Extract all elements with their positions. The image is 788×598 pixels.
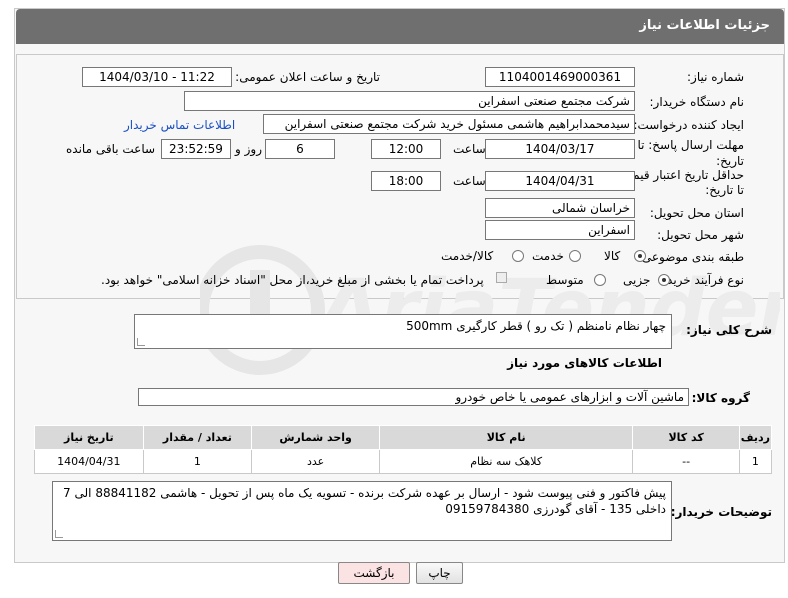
category-radio-service[interactable]: [569, 250, 581, 262]
category-option-goods-service: کالا/خدمت: [441, 249, 494, 263]
need-number-field: 1104001469000361: [485, 67, 635, 87]
validity-time-label: ساعت: [453, 174, 486, 188]
city-label: شهر محل تحویل:: [657, 228, 744, 242]
buyer-notes-text: پیش فاکتور و فنی پیوست شود - ارسال بر عه…: [63, 486, 666, 516]
province-field: خراسان شمالی: [485, 198, 635, 218]
back-button[interactable]: بازگشت: [338, 562, 410, 584]
process-type-label: نوع فرآیند خرید :: [659, 273, 744, 287]
city-field: اسفراین: [485, 220, 635, 240]
goods-table-header: ردیف کد کالا نام کالا واحد شمارش تعداد /…: [34, 425, 773, 450]
cell-name: کلاهک سه نظام: [378, 449, 634, 474]
deadline-label: مهلت ارسال پاسخ: تا: [637, 138, 744, 152]
category-label: طبقه بندی موضوعی:: [637, 250, 744, 264]
cell-code: --: [632, 449, 740, 474]
cell-unit: عدد: [251, 449, 380, 474]
page-title: جزئیات اطلاعات نیاز: [639, 18, 770, 33]
province-label: استان محل تحویل:: [649, 206, 744, 220]
validity-time-field: 18:00: [371, 171, 441, 191]
days-label: روز و: [235, 142, 262, 156]
payment-note: پرداخت تمام یا بخشی از مبلغ خرید،از محل …: [101, 273, 484, 287]
remaining-time-field: 23:52:59: [161, 139, 231, 159]
buyer-notes-textarea[interactable]: پیش فاکتور و فنی پیوست شود - ارسال بر عه…: [52, 481, 672, 541]
col-code: کد کالا: [632, 425, 740, 450]
creator-label: ایجاد کننده درخواست:: [633, 118, 744, 132]
resize-grip-icon[interactable]: [55, 530, 63, 538]
announce-date-field: 1404/03/10 - 11:22: [82, 67, 232, 87]
deadline-time-label: ساعت: [453, 142, 486, 156]
description-label: شرح کلی نیاز:: [686, 323, 772, 337]
deadline-time-field: 12:00: [371, 139, 441, 159]
creator-field: سیدمحمدابراهیم هاشمی مسئول خرید شرکت مجت…: [263, 114, 635, 134]
goods-group-label: گروه کالا:: [691, 391, 750, 405]
deadline-date-field: 1404/03/17: [485, 139, 635, 159]
resize-grip-icon[interactable]: [137, 338, 145, 346]
remaining-time-label: ساعت باقی مانده: [66, 142, 156, 156]
process-radio-medium[interactable]: [594, 274, 606, 286]
col-date: تاریخ نیاز: [34, 425, 144, 450]
category-option-goods: کالا: [604, 249, 621, 263]
process-option-minor: جزیی: [623, 273, 651, 287]
buyer-org-field: شرکت مجتمع صنعتی اسفراین: [184, 91, 635, 111]
description-textarea[interactable]: چهار نظام نامنظم ( تک رو ) قطر کارگیری 5…: [134, 314, 672, 349]
category-radio-goods-service[interactable]: [512, 250, 524, 262]
buyer-org-label: نام دستگاه خریدار:: [649, 95, 745, 109]
goods-section-title: اطلاعات کالاهای مورد نیاز: [507, 356, 662, 370]
col-qty: تعداد / مقدار: [142, 425, 253, 450]
goods-group-field: ماشین آلات و ابزارهای عمومی یا خاص خودرو: [138, 388, 689, 406]
description-text: چهار نظام نامنظم ( تک رو ) قطر کارگیری 5…: [406, 319, 666, 333]
col-unit: واحد شمارش: [251, 425, 380, 450]
col-name: نام کالا: [378, 425, 634, 450]
deadline-label-2: تاریخ:: [716, 154, 744, 168]
cell-qty: 1: [142, 449, 253, 474]
cell-date: 1404/04/31: [34, 449, 144, 474]
process-radio-minor[interactable]: [658, 274, 670, 286]
goods-table: ردیف کد کالا نام کالا واحد شمارش تعداد /…: [34, 425, 773, 474]
print-button[interactable]: چاپ: [416, 562, 463, 584]
table-row: 1 -- کلاهک سه نظام عدد 1 1404/04/31: [34, 449, 773, 474]
validity-label: حداقل تاریخ اعتبار قیمت:: [617, 168, 744, 182]
announce-date-label: تاریخ و ساعت اعلان عمومی:: [235, 70, 380, 84]
treasury-payment-checkbox[interactable]: [496, 272, 507, 283]
validity-label-2: تا تاریخ:: [705, 183, 744, 197]
buyer-notes-label: توضیحات خریدار:: [670, 505, 772, 519]
category-radio-goods[interactable]: [634, 250, 646, 262]
process-option-medium: متوسط: [546, 273, 584, 287]
category-option-service: خدمت: [532, 249, 564, 263]
validity-date-field: 1404/04/31: [485, 171, 635, 191]
cell-row: 1: [738, 449, 773, 474]
days-remaining-field: 6: [265, 139, 335, 159]
col-row: ردیف: [738, 425, 773, 450]
header-bar: جزئیات اطلاعات نیاز: [16, 9, 784, 44]
buyer-contact-link[interactable]: اطلاعات تماس خریدار: [124, 118, 235, 132]
need-number-label: شماره نیاز:: [687, 70, 744, 84]
